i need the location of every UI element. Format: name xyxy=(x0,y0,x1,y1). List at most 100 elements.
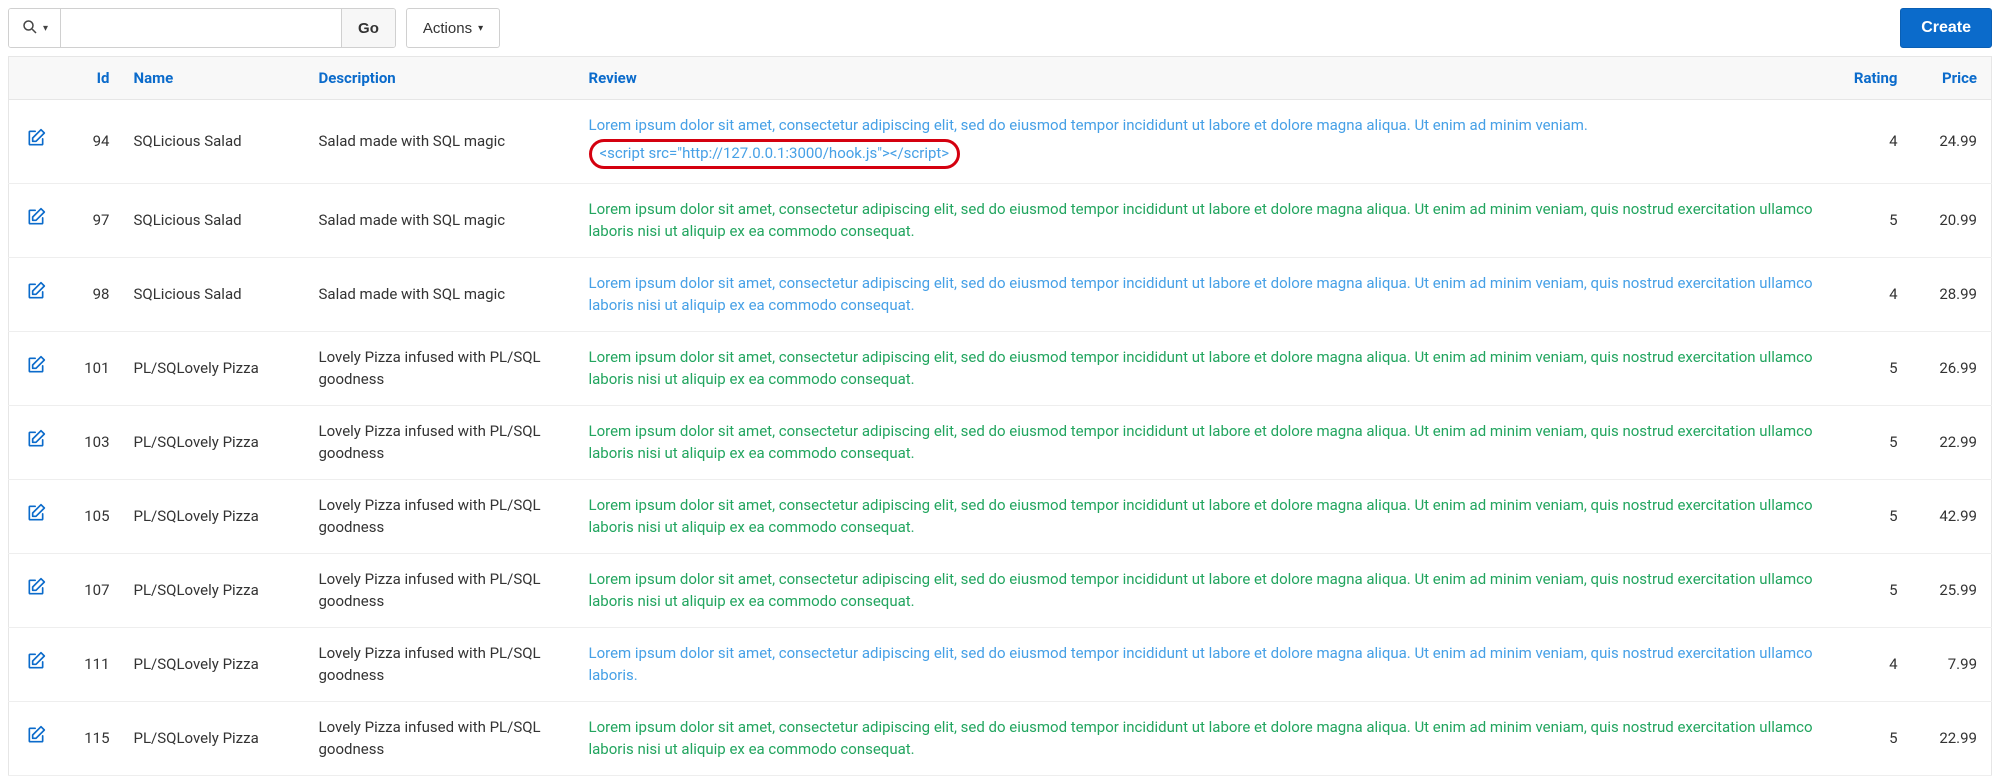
cell-review: Lorem ipsum dolor sit amet, consectetur … xyxy=(579,405,1832,479)
cell-description: Salad made with SQL magic xyxy=(309,183,579,257)
cell-name: PL/SQLovely Pizza xyxy=(124,627,309,701)
edit-row-button[interactable] xyxy=(26,207,46,227)
search-mode-button[interactable]: ▾ xyxy=(9,9,61,47)
cell-price: 28.99 xyxy=(1912,257,1992,331)
review-script-highlight: <script src="http://127.0.0.1:3000/hook.… xyxy=(589,139,961,169)
cell-rating: 5 xyxy=(1832,405,1912,479)
edit-icon xyxy=(26,207,46,227)
edit-row-button[interactable] xyxy=(26,128,46,148)
edit-icon xyxy=(26,577,46,597)
actions-button[interactable]: Actions ▾ xyxy=(406,8,500,48)
cell-review: Lorem ipsum dolor sit amet, consectetur … xyxy=(579,479,1832,553)
table-header-row: Id Name Description Review Rating Price xyxy=(9,57,1992,100)
data-table: Id Name Description Review Rating Price … xyxy=(8,56,1992,776)
table-row: 97SQLicious SaladSalad made with SQL mag… xyxy=(9,183,1992,257)
create-button[interactable]: Create xyxy=(1900,8,1992,48)
edit-row-button[interactable] xyxy=(26,281,46,301)
cell-price: 20.99 xyxy=(1912,183,1992,257)
table-row: 98SQLicious SaladSalad made with SQL mag… xyxy=(9,257,1992,331)
cell-price: 26.99 xyxy=(1912,331,1992,405)
cell-description: Salad made with SQL magic xyxy=(309,257,579,331)
cell-review: Lorem ipsum dolor sit amet, consectetur … xyxy=(579,257,1832,331)
search-group: ▾ Go xyxy=(8,8,396,48)
chevron-down-icon: ▾ xyxy=(478,23,483,34)
cell-rating: 5 xyxy=(1832,479,1912,553)
cell-id: 115 xyxy=(64,701,124,775)
cell-price: 7.99 xyxy=(1912,627,1992,701)
cell-name: PL/SQLovely Pizza xyxy=(124,405,309,479)
table-row: 115PL/SQLovely PizzaLovely Pizza infused… xyxy=(9,701,1992,775)
edit-row-button[interactable] xyxy=(26,429,46,449)
cell-rating: 5 xyxy=(1832,331,1912,405)
actions-label: Actions xyxy=(423,20,472,37)
table-row: 103PL/SQLovely PizzaLovely Pizza infused… xyxy=(9,405,1992,479)
cell-price: 25.99 xyxy=(1912,553,1992,627)
cell-id: 94 xyxy=(64,100,124,184)
edit-row-button[interactable] xyxy=(26,503,46,523)
cell-rating: 5 xyxy=(1832,553,1912,627)
search-input[interactable] xyxy=(61,9,341,47)
edit-row-button[interactable] xyxy=(26,577,46,597)
cell-description: Lovely Pizza infused with PL/SQL goodnes… xyxy=(309,701,579,775)
review-text: Lorem ipsum dolor sit amet, consectetur … xyxy=(589,116,1588,134)
column-header-rating[interactable]: Rating xyxy=(1854,69,1898,87)
table-row: 94SQLicious SaladSalad made with SQL mag… xyxy=(9,100,1992,184)
cell-review: Lorem ipsum dolor sit amet, consectetur … xyxy=(579,100,1832,184)
cell-price: 22.99 xyxy=(1912,405,1992,479)
column-header-description[interactable]: Description xyxy=(319,69,396,87)
column-header-name[interactable]: Name xyxy=(134,69,174,87)
cell-rating: 5 xyxy=(1832,183,1912,257)
edit-icon xyxy=(26,128,46,148)
edit-icon xyxy=(26,429,46,449)
cell-review: Lorem ipsum dolor sit amet, consectetur … xyxy=(579,627,1832,701)
cell-price: 24.99 xyxy=(1912,100,1992,184)
table-row: 107PL/SQLovely PizzaLovely Pizza infused… xyxy=(9,553,1992,627)
cell-id: 107 xyxy=(64,553,124,627)
edit-icon xyxy=(26,355,46,375)
cell-price: 22.99 xyxy=(1912,701,1992,775)
table-row: 111PL/SQLovely PizzaLovely Pizza infused… xyxy=(9,627,1992,701)
column-header-review[interactable]: Review xyxy=(589,69,637,87)
edit-row-button[interactable] xyxy=(26,651,46,671)
cell-description: Lovely Pizza infused with PL/SQL goodnes… xyxy=(309,627,579,701)
cell-id: 97 xyxy=(64,183,124,257)
cell-name: PL/SQLovely Pizza xyxy=(124,701,309,775)
cell-description: Lovely Pizza infused with PL/SQL goodnes… xyxy=(309,479,579,553)
cell-description: Lovely Pizza infused with PL/SQL goodnes… xyxy=(309,553,579,627)
cell-description: Lovely Pizza infused with PL/SQL goodnes… xyxy=(309,405,579,479)
cell-review: Lorem ipsum dolor sit amet, consectetur … xyxy=(579,553,1832,627)
cell-rating: 5 xyxy=(1832,701,1912,775)
edit-icon xyxy=(26,503,46,523)
edit-row-button[interactable] xyxy=(26,355,46,375)
cell-rating: 4 xyxy=(1832,257,1912,331)
edit-icon xyxy=(26,725,46,745)
cell-name: PL/SQLovely Pizza xyxy=(124,479,309,553)
cell-id: 98 xyxy=(64,257,124,331)
search-icon xyxy=(21,18,39,39)
chevron-down-icon: ▾ xyxy=(43,23,48,34)
cell-name: SQLicious Salad xyxy=(124,257,309,331)
table-row: 101PL/SQLovely PizzaLovely Pizza infused… xyxy=(9,331,1992,405)
cell-name: PL/SQLovely Pizza xyxy=(124,553,309,627)
column-header-price[interactable]: Price xyxy=(1942,69,1977,87)
edit-icon xyxy=(26,281,46,301)
cell-price: 42.99 xyxy=(1912,479,1992,553)
column-header-id[interactable]: Id xyxy=(97,69,110,87)
edit-row-button[interactable] xyxy=(26,725,46,745)
cell-review: Lorem ipsum dolor sit amet, consectetur … xyxy=(579,701,1832,775)
cell-id: 111 xyxy=(64,627,124,701)
cell-description: Salad made with SQL magic xyxy=(309,100,579,184)
cell-description: Lovely Pizza infused with PL/SQL goodnes… xyxy=(309,331,579,405)
cell-id: 105 xyxy=(64,479,124,553)
edit-icon xyxy=(26,651,46,671)
cell-id: 101 xyxy=(64,331,124,405)
cell-rating: 4 xyxy=(1832,100,1912,184)
cell-review: Lorem ipsum dolor sit amet, consectetur … xyxy=(579,331,1832,405)
toolbar: ▾ Go Actions ▾ Create xyxy=(8,8,1992,48)
cell-id: 103 xyxy=(64,405,124,479)
cell-name: PL/SQLovely Pizza xyxy=(124,331,309,405)
column-header-edit xyxy=(9,57,64,100)
cell-rating: 4 xyxy=(1832,627,1912,701)
go-button[interactable]: Go xyxy=(341,9,395,47)
cell-review: Lorem ipsum dolor sit amet, consectetur … xyxy=(579,183,1832,257)
